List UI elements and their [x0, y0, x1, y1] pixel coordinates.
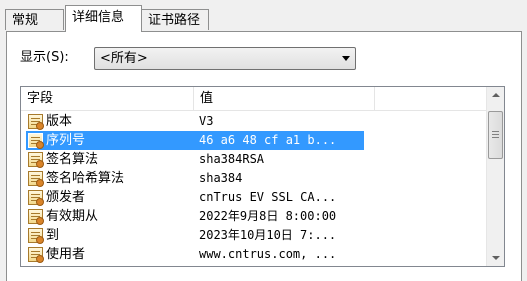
- vertical-scrollbar[interactable]: [486, 87, 504, 266]
- tab-details[interactable]: 详细信息: [65, 5, 142, 32]
- certificate-field-icon: [28, 114, 44, 130]
- field-name: 有效期从: [46, 209, 99, 224]
- list-item[interactable]: 到 2023年10月10日 7:...: [21, 226, 486, 245]
- certificate-field-icon: [28, 190, 44, 206]
- fields-list[interactable]: 字段 值 版本 V3 序列号 46 a6 48 cf a1 b... 签名算法: [20, 86, 505, 267]
- certificate-field-icon: [28, 152, 44, 168]
- list-item[interactable]: 签名哈希算法 sha384: [21, 169, 486, 188]
- tab-certification-path[interactable]: 证书路径: [141, 9, 209, 30]
- scroll-thumb[interactable]: [488, 111, 503, 159]
- list-item-selected[interactable]: 序列号 46 a6 48 cf a1 b...: [21, 131, 486, 150]
- field-name: 使用者: [46, 247, 86, 262]
- value-cell: cnTrus EV SSL CA...: [199, 190, 337, 204]
- field-name: 版本: [46, 114, 73, 129]
- arrow-down-icon: [492, 256, 500, 260]
- field-name: 到: [46, 228, 60, 243]
- tab-certification-path-label: 证书路径: [148, 13, 201, 28]
- value-cell: sha384RSA: [199, 152, 265, 166]
- show-label: 显示(S):: [20, 50, 69, 65]
- chevron-down-icon: [342, 56, 350, 61]
- field-cell: 使用者: [26, 245, 193, 264]
- tab-general-label: 常规: [12, 13, 39, 28]
- show-dropdown[interactable]: <所有>: [94, 47, 356, 70]
- scroll-up-button[interactable]: [487, 87, 504, 104]
- certificate-field-icon: [28, 209, 44, 225]
- column-header-field[interactable]: 字段: [21, 87, 193, 111]
- field-name: 签名哈希算法: [46, 171, 125, 186]
- scroll-down-button[interactable]: [487, 249, 504, 266]
- column-divider[interactable]: [374, 87, 375, 111]
- field-cell: 有效期从: [26, 207, 193, 226]
- list-item[interactable]: 颁发者 cnTrus EV SSL CA...: [21, 188, 486, 207]
- column-header-value[interactable]: 值: [194, 87, 374, 111]
- column-header-value-label: 值: [200, 91, 214, 106]
- list-item[interactable]: 有效期从 2022年9月8日 8:00:00: [21, 207, 486, 226]
- value-cell: sha384: [199, 171, 243, 185]
- show-dropdown-value: <所有>: [100, 51, 148, 66]
- field-name: 序列号: [46, 133, 86, 148]
- value-cell: 2022年9月8日 8:00:00: [199, 209, 337, 223]
- value-cell: V3: [199, 114, 214, 128]
- list-item[interactable]: 版本 V3: [21, 112, 486, 131]
- certificate-field-icon: [28, 247, 44, 263]
- list-item[interactable]: 签名算法 sha384RSA: [21, 150, 486, 169]
- grip-icon: [492, 131, 499, 132]
- field-name: 签名算法: [46, 152, 99, 167]
- field-cell: 签名哈希算法: [26, 169, 193, 188]
- value-cell: www.cntrus.com, ...: [199, 247, 337, 261]
- list-header: 字段 值: [21, 87, 486, 111]
- list-rows: 版本 V3 序列号 46 a6 48 cf a1 b... 签名算法 sha38…: [21, 112, 486, 264]
- value-cell: 46 a6 48 cf a1 b...: [195, 131, 364, 150]
- certificate-field-icon: [28, 228, 44, 244]
- tab-general[interactable]: 常规: [5, 9, 64, 30]
- certificate-field-icon: [28, 133, 44, 149]
- field-cell: 颁发者: [26, 188, 193, 207]
- arrow-up-icon: [492, 93, 500, 97]
- list-item[interactable]: 使用者 www.cntrus.com, ...: [21, 245, 486, 264]
- field-name: 颁发者: [46, 190, 86, 205]
- column-header-field-label: 字段: [27, 91, 54, 106]
- value-cell: 2023年10月10日 7:...: [199, 228, 337, 242]
- certificate-field-icon: [28, 171, 44, 187]
- tab-details-label: 详细信息: [72, 10, 125, 25]
- field-cell: 版本: [26, 112, 193, 131]
- field-cell: 序列号: [26, 131, 196, 150]
- field-cell: 签名算法: [26, 150, 193, 169]
- field-cell: 到: [26, 226, 193, 245]
